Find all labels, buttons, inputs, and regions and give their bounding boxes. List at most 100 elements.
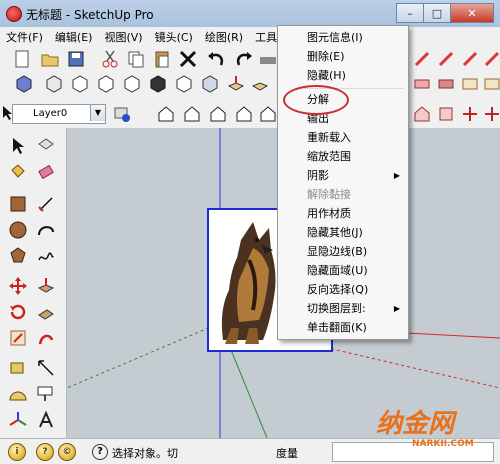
status-message: 选择对象。切 xyxy=(112,447,178,460)
layer-manager-icon[interactable] xyxy=(112,104,132,124)
menu-hide-others[interactable]: 隐藏其他(J) xyxy=(278,223,408,242)
menu-bar: 文件(F) 编辑(E) 视图(V) 镜头(C) 绘图(R) 工具(T) xyxy=(0,27,500,47)
layer-select-value: Layer0 xyxy=(33,108,68,119)
save-icon[interactable] xyxy=(66,49,86,69)
offset-tool-2-icon[interactable] xyxy=(36,328,56,348)
push-pull-tool-icon[interactable] xyxy=(226,74,246,94)
user-icon[interactable]: © xyxy=(58,443,76,461)
select-box-icon[interactable] xyxy=(14,74,34,94)
select-arrow-icon[interactable] xyxy=(2,105,12,121)
arc-tool-icon[interactable] xyxy=(36,220,56,240)
menu-toggle-edges[interactable]: 显隐边线(B) xyxy=(278,242,408,261)
3d-text-tool-icon[interactable] xyxy=(36,410,56,430)
line-tool-icon[interactable] xyxy=(36,194,56,214)
dimension-tool-icon[interactable] xyxy=(36,358,56,378)
geo-location-icon[interactable]: i xyxy=(8,443,26,461)
polygon-tool-icon[interactable] xyxy=(8,246,28,266)
move-tool-icon[interactable] xyxy=(8,276,28,296)
tape-measure-tool-icon[interactable] xyxy=(8,358,28,378)
component-tool-icon[interactable] xyxy=(36,136,56,156)
open-file-icon[interactable] xyxy=(40,49,60,69)
measurements-label: 度量 xyxy=(276,447,298,460)
menu-change-layer[interactable]: 切换图层到: ▶ xyxy=(278,299,408,318)
window-title: 无标题 - SketchUp Pro xyxy=(26,8,154,22)
menu-entity-info[interactable]: 图元信息(I) xyxy=(278,28,408,47)
pencil-tool-icon[interactable] xyxy=(412,49,432,69)
menu-hide[interactable]: 隐藏(H) xyxy=(278,66,408,85)
menu-view[interactable]: 视图(V) xyxy=(98,29,148,45)
menu-zoom-extents[interactable]: 缩放范围 xyxy=(278,147,408,166)
menu-edit[interactable]: 编辑(E) xyxy=(49,29,99,45)
follow-me-tool-2-icon[interactable] xyxy=(36,302,56,322)
menu-flip-face[interactable]: 单击翻面(K) xyxy=(278,318,408,337)
arrows-2-icon[interactable] xyxy=(482,104,500,124)
watermark-text: 纳金网 xyxy=(376,409,458,439)
rectangle-tool-icon[interactable] xyxy=(8,194,28,214)
house-4-icon[interactable] xyxy=(234,104,254,124)
undo-icon[interactable] xyxy=(206,49,226,69)
freehand-tool-icon[interactable] xyxy=(36,246,56,266)
pencil-tool-2-icon[interactable] xyxy=(436,49,456,69)
arrows-icon[interactable] xyxy=(460,104,480,124)
menu-use-as-material-label: 用作材质 xyxy=(307,207,351,220)
copy-icon[interactable] xyxy=(126,49,146,69)
top-view-icon[interactable] xyxy=(70,74,90,94)
pencil-tool-4-icon[interactable] xyxy=(482,49,500,69)
menu-reload[interactable]: 重新载入 xyxy=(278,128,408,147)
paint-bucket-tool-icon[interactable] xyxy=(8,162,28,182)
axes-tool-icon[interactable] xyxy=(8,410,28,430)
redo-icon[interactable] xyxy=(234,49,254,69)
cut-icon[interactable] xyxy=(100,49,120,69)
paste-icon[interactable] xyxy=(152,49,172,69)
text-tool-icon[interactable] xyxy=(36,384,56,404)
scale-tool-icon[interactable] xyxy=(460,74,480,94)
eraser-tool-2-icon[interactable] xyxy=(36,162,56,182)
menu-delete[interactable]: 删除(E) xyxy=(278,47,408,66)
maximize-button[interactable]: □ xyxy=(423,3,451,23)
menu-hide-faces-label: 隐藏面域(U) xyxy=(307,264,368,277)
menu-file[interactable]: 文件(F) xyxy=(0,29,49,45)
menu-shadows[interactable]: 阴影 ▶ xyxy=(278,166,408,185)
menu-invert-selection[interactable]: 反向选择(Q) xyxy=(278,280,408,299)
layer-select[interactable]: Layer0 ▼ xyxy=(12,104,106,124)
close-button[interactable]: ✕ xyxy=(450,3,494,23)
house-2-icon[interactable] xyxy=(182,104,202,124)
eraser-tool-icon[interactable] xyxy=(436,74,456,94)
offset-tool-icon[interactable] xyxy=(482,74,500,94)
menu-hide-label: 隐藏(H) xyxy=(307,69,346,82)
delete-icon[interactable] xyxy=(178,49,198,69)
front-view-icon[interactable] xyxy=(96,74,116,94)
push-pull-tool-2-icon[interactable] xyxy=(36,276,56,296)
menu-use-as-material[interactable]: 用作材质 xyxy=(278,204,408,223)
submenu-arrow-icon: ▶ xyxy=(393,171,400,180)
material-tool-icon[interactable] xyxy=(412,74,432,94)
rotate-tool-icon[interactable] xyxy=(8,302,28,322)
help-icon[interactable]: ? xyxy=(92,444,108,460)
credits-icon[interactable]: ? xyxy=(36,443,54,461)
protractor-tool-icon[interactable] xyxy=(8,384,28,404)
follow-me-tool-icon[interactable] xyxy=(250,74,270,94)
print-icon[interactable] xyxy=(258,49,278,69)
iso-view-icon[interactable] xyxy=(44,74,64,94)
submenu-arrow-icon: ▶ xyxy=(393,304,400,313)
menu-draw[interactable]: 绘图(R) xyxy=(199,29,249,45)
house-3-icon[interactable] xyxy=(208,104,228,124)
menu-shadows-label: 阴影 xyxy=(307,169,329,182)
menu-camera[interactable]: 镜头(C) xyxy=(149,29,199,45)
back-view-icon[interactable] xyxy=(148,74,168,94)
xray-icon[interactable] xyxy=(200,74,220,94)
scale-tool-2-icon[interactable] xyxy=(8,328,28,348)
house-icon[interactable] xyxy=(156,104,176,124)
menu-hide-faces[interactable]: 隐藏面域(U) xyxy=(278,261,408,280)
left-view-icon[interactable] xyxy=(174,74,194,94)
chevron-down-icon[interactable]: ▼ xyxy=(90,105,105,121)
pencil-tool-3-icon[interactable] xyxy=(460,49,480,69)
right-view-icon[interactable] xyxy=(122,74,142,94)
select-tool-icon[interactable] xyxy=(8,136,28,156)
minimize-button[interactable]: – xyxy=(396,3,424,23)
component-icon[interactable] xyxy=(436,104,456,124)
house-5-icon[interactable] xyxy=(258,104,278,124)
paint-bucket-icon[interactable] xyxy=(412,104,432,124)
new-file-icon[interactable] xyxy=(12,49,32,69)
circle-tool-icon[interactable] xyxy=(8,220,28,240)
